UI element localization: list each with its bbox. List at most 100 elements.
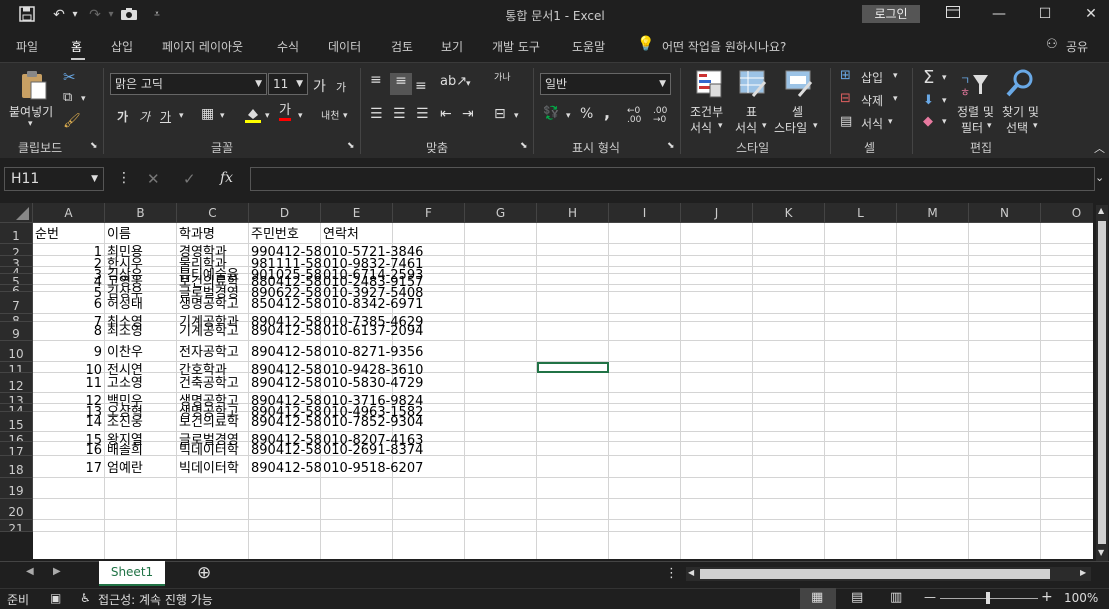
align-left-icon[interactable]: ☰	[370, 106, 383, 122]
row-header-20[interactable]: 20	[0, 499, 33, 520]
worksheet-grid[interactable]: ABCDEFGHIJKLMNO 1 순번 이름 학과명 주민번호 연락처 2 1 최민용 경영학과…	[0, 203, 1093, 559]
grow-font-button[interactable]: 가	[313, 76, 326, 96]
find-select-label2[interactable]: 선택	[1006, 119, 1028, 136]
cell-b10[interactable]: 이찬우	[107, 344, 177, 362]
font-color-button[interactable]: 가	[279, 104, 291, 121]
delete-cells-icon[interactable]: ⊟	[840, 91, 851, 106]
tab-split-handle-icon[interactable]: ⋮	[665, 566, 678, 581]
conditional-format-label2[interactable]: 서식	[690, 119, 712, 136]
delete-cells-button[interactable]: 삭제	[861, 92, 883, 109]
tab-help[interactable]: 도움말	[572, 38, 605, 55]
cell-b15[interactable]: 조진웅	[107, 414, 177, 432]
orientation-icon[interactable]: ab↗	[440, 74, 467, 89]
new-sheet-icon[interactable]: ⊕	[197, 563, 211, 583]
paste-icon[interactable]	[20, 70, 48, 103]
next-sheet-icon[interactable]: ▶	[53, 566, 61, 577]
sort-filter-label[interactable]: 정렬 및	[957, 103, 994, 120]
expand-formula-icon[interactable]: ⌄	[1095, 171, 1104, 184]
cell-e19[interactable]	[323, 481, 463, 499]
cell-styles-label[interactable]: 셀	[792, 103, 803, 120]
column-header-i[interactable]: I	[609, 203, 681, 223]
sort-dropdown-icon[interactable]: ▾	[987, 121, 992, 131]
fill-dropdown-icon[interactable]: ▾	[942, 96, 947, 106]
cell-c12[interactable]: 건축공학고	[179, 375, 249, 393]
cell-e10[interactable]: 010-8271-9356	[323, 344, 463, 362]
cell-d7[interactable]: 850412-58	[251, 296, 321, 314]
cut-icon[interactable]: ✂	[63, 68, 76, 86]
cell-a1[interactable]: 순번	[35, 226, 105, 244]
cell-d9[interactable]: 890412-58	[251, 323, 321, 341]
cell-e18[interactable]: 010-9518-6207	[323, 460, 463, 478]
horizontal-scroll-thumb[interactable]	[700, 569, 1050, 579]
undo-dropdown-icon[interactable]: ▾	[66, 6, 84, 24]
row-header-2[interactable]: 2	[0, 244, 33, 256]
cell-e15[interactable]: 010-7852-9304	[323, 414, 463, 432]
cell-b19[interactable]	[107, 481, 177, 499]
format-painter-icon[interactable]: 🖌	[63, 113, 81, 129]
cell-b12[interactable]: 고소영	[107, 375, 177, 393]
cell-d21[interactable]	[251, 520, 321, 538]
comma-button[interactable]: ,	[604, 103, 610, 122]
cell-a19[interactable]	[33, 481, 105, 499]
row-header-10[interactable]: 10	[0, 341, 33, 362]
borders-icon[interactable]: ▦	[201, 106, 214, 122]
cell-b20[interactable]	[107, 502, 177, 520]
insert-cells-icon[interactable]: ⊞	[840, 68, 851, 83]
cell-styles-dropdown-icon[interactable]: ▾	[813, 121, 818, 131]
decrease-decimal-icon[interactable]: .00 →0	[653, 107, 667, 125]
insert-dropdown-icon[interactable]: ▾	[893, 71, 898, 81]
row-header-13[interactable]: 13	[0, 393, 33, 404]
cell-e17[interactable]: 010-2691-8374	[323, 442, 463, 460]
column-header-a[interactable]: A	[33, 203, 105, 223]
row-header-14[interactable]: 14	[0, 404, 33, 412]
cell-e9[interactable]: 010-6137-2094	[323, 323, 463, 341]
conditional-format-label[interactable]: 조건부	[690, 103, 723, 120]
cell-d1[interactable]: 주민번호	[251, 226, 321, 244]
cell-a7[interactable]: 6	[33, 296, 105, 314]
scroll-left-icon[interactable]: ◀	[688, 568, 694, 577]
align-center-icon[interactable]: ☰	[393, 106, 406, 122]
accessibility-icon[interactable]: ♿	[80, 591, 91, 605]
tab-review[interactable]: 검토	[391, 38, 413, 55]
ribbon-display-icon[interactable]	[942, 4, 964, 24]
accounting-format-icon[interactable]: 💱	[543, 106, 559, 121]
column-header-c[interactable]: C	[177, 203, 249, 223]
formula-bar-menu-icon[interactable]: ⋮	[117, 170, 131, 186]
customize-qat-icon[interactable]: ⩡	[148, 6, 166, 24]
find-select-label[interactable]: 찾기 및	[1002, 103, 1039, 120]
fill-icon[interactable]: ⬇	[923, 93, 934, 108]
row-header-5[interactable]: 5	[0, 274, 33, 285]
cell-c15[interactable]: 보건의료학	[179, 414, 249, 432]
cell-a9[interactable]: 8	[33, 323, 105, 341]
underline-dropdown-icon[interactable]: ▾	[179, 111, 184, 121]
column-header-o[interactable]: O	[1041, 203, 1093, 223]
align-bottom-icon[interactable]: ≡	[415, 78, 427, 94]
cell-a12[interactable]: 11	[33, 375, 105, 393]
table-dropdown-icon[interactable]: ▾	[762, 121, 767, 131]
macro-record-icon[interactable]: ▣	[50, 591, 61, 605]
cell-b7[interactable]: 허성태	[107, 296, 177, 314]
cell-d15[interactable]: 890412-58	[251, 414, 321, 432]
row-header-7[interactable]: 7	[0, 292, 33, 314]
tab-page-layout[interactable]: 페이지 레이아웃	[162, 38, 243, 55]
clipboard-launcher-icon[interactable]: ⬊	[90, 141, 98, 151]
collapse-ribbon-icon[interactable]: ︿	[1094, 140, 1105, 156]
font-name-select[interactable]: 맑은 고딕 ▼	[110, 73, 267, 95]
row-header-6[interactable]: 6	[0, 285, 33, 292]
decrease-indent-icon[interactable]: ⇤	[440, 106, 452, 122]
scroll-down-icon[interactable]: ▼	[1098, 548, 1104, 557]
font-size-select[interactable]: 11 ▼	[268, 73, 308, 95]
column-header-h[interactable]: H	[537, 203, 609, 223]
row-header-16[interactable]: 16	[0, 432, 33, 442]
increase-indent-icon[interactable]: ⇥	[462, 106, 474, 122]
find-select-icon[interactable]	[1005, 68, 1035, 101]
cell-styles-icon[interactable]	[785, 70, 813, 101]
column-header-e[interactable]: E	[321, 203, 393, 223]
cell-b17[interactable]: 배솔희	[107, 442, 177, 460]
merge-dropdown-icon[interactable]: ▾	[514, 111, 519, 121]
align-top-icon[interactable]: ≡	[370, 72, 382, 88]
cell-c7[interactable]: 생명공학고	[179, 296, 249, 314]
row-header-21[interactable]: 21	[0, 520, 33, 532]
scroll-right-icon[interactable]: ▶	[1080, 568, 1086, 577]
close-icon[interactable]: ✕	[1080, 4, 1102, 24]
